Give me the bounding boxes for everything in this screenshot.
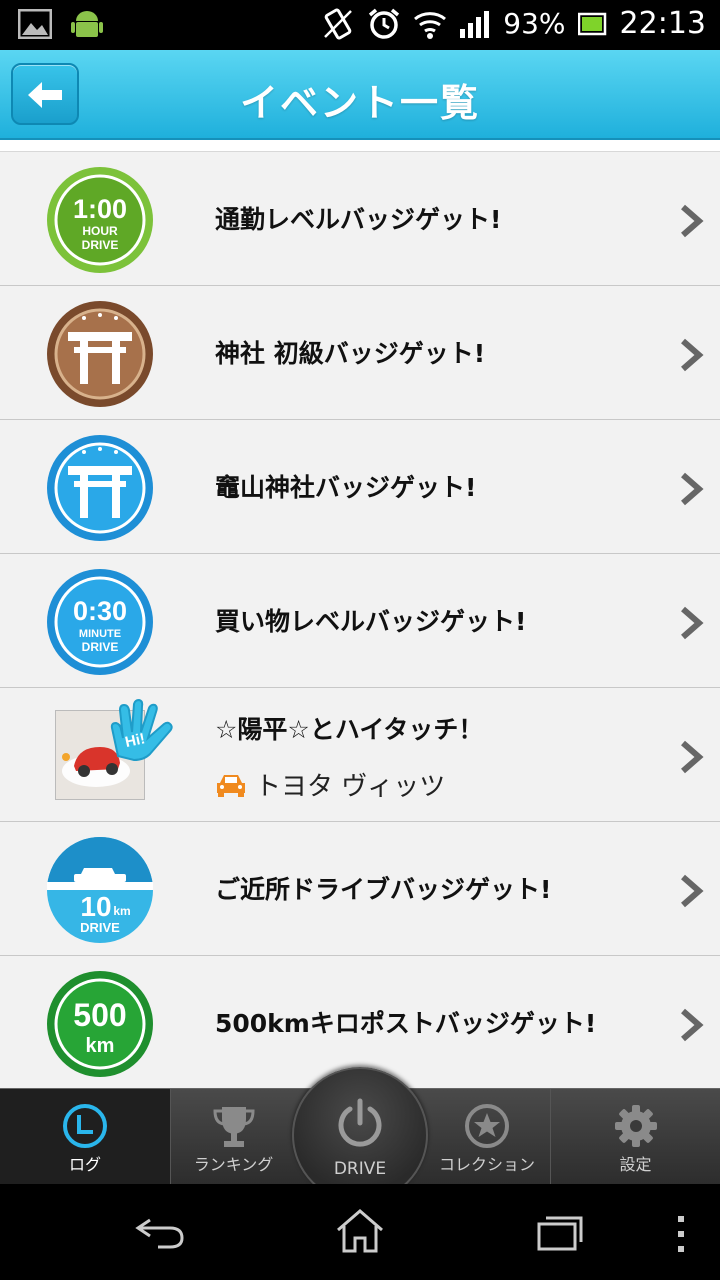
star-icon	[465, 1104, 509, 1148]
event-label: 竈山神社バッジゲット!	[215, 473, 477, 502]
bronze-torii-badge-icon	[47, 301, 153, 407]
svg-text:1:00: 1:00	[73, 194, 127, 224]
page-title: イベント一覧	[239, 81, 480, 125]
wifi-icon	[414, 11, 447, 39]
menu-nav-icon[interactable]	[674, 1214, 688, 1254]
tab-collection[interactable]: コレクション	[424, 1089, 550, 1185]
battery-percent: 93%	[503, 7, 566, 40]
svg-text:km: km	[113, 904, 130, 918]
chevron-right-icon	[681, 606, 704, 640]
event-label: 神社 初級バッジゲット!	[215, 339, 486, 368]
tab-log[interactable]: ログ	[0, 1089, 170, 1185]
drive-label: DRIVE	[333, 1159, 387, 1179]
home-nav-icon[interactable]	[334, 1208, 386, 1254]
event-label: 買い物レベルバッジゲット!	[215, 607, 527, 636]
event-label: ご近所ドライブバッジゲット!	[215, 875, 552, 904]
event-label: 500kmキロポストバッジゲット!	[215, 1009, 597, 1038]
car-icon	[217, 774, 245, 797]
chevron-right-icon	[681, 874, 704, 908]
tab-settings[interactable]: 設定	[551, 1089, 720, 1185]
gallery-icon	[18, 9, 52, 39]
hi-hand-icon: Hi!	[110, 698, 173, 762]
event-row[interactable]: 10 km DRIVE ご近所ドライブバッジゲット!	[0, 822, 720, 956]
back-nav-icon[interactable]	[134, 1214, 186, 1250]
10km-drive-badge-icon: 10 km DRIVE	[47, 837, 153, 943]
svg-text:DRIVE: DRIVE	[82, 238, 119, 252]
clock-icon	[63, 1104, 107, 1148]
svg-text:MINUTE: MINUTE	[79, 628, 121, 640]
event-row[interactable]: 神社 初級バッジゲット!	[0, 286, 720, 420]
hour-drive-badge-icon: 1:00 HOUR DRIVE	[47, 167, 153, 273]
svg-text:DRIVE: DRIVE	[82, 640, 119, 654]
svg-text:0:30: 0:30	[73, 596, 127, 626]
event-row[interactable]: 竈山神社バッジゲット!	[0, 420, 720, 554]
svg-text:500: 500	[73, 997, 126, 1033]
car-name: トヨタ ヴィッツ	[255, 772, 446, 802]
trophy-icon	[212, 1107, 255, 1147]
chevron-right-icon	[681, 204, 704, 238]
event-row[interactable]: 0:30 MINUTE DRIVE 買い物レベルバッジゲット!	[0, 554, 720, 688]
bottom-tab-bar: ログ ランキング コレクション 設定 DRIVE	[0, 1067, 720, 1203]
event-row[interactable]: 1:00 HOUR DRIVE 通勤レベルバッジゲット!	[0, 152, 720, 286]
drive-button[interactable]: DRIVE	[292, 1067, 428, 1203]
power-icon	[338, 1098, 382, 1147]
signal-icon	[460, 10, 490, 38]
blue-torii-badge-icon	[47, 435, 153, 541]
svg-text:DRIVE: DRIVE	[80, 920, 120, 935]
chevron-right-icon	[681, 1008, 704, 1042]
minute-drive-badge-icon: 0:30 MINUTE DRIVE	[47, 569, 153, 675]
svg-text:km: km	[86, 1035, 115, 1057]
android-icon	[71, 11, 103, 37]
battery-icon	[577, 12, 606, 35]
system-nav-bar	[0, 1184, 720, 1280]
status-bar: 93% 22:13	[0, 0, 720, 50]
event-row[interactable]: Hi! ☆陽平☆とハイタッチ！ トヨタ ヴィッツ	[0, 688, 720, 822]
vibrate-icon	[324, 7, 353, 40]
svg-text:10: 10	[80, 891, 111, 922]
chevron-right-icon	[681, 338, 704, 372]
car-info: トヨタ ヴィッツ	[215, 766, 445, 803]
tab-ranking[interactable]: ランキング	[171, 1089, 296, 1185]
500km-badge-icon: 500 km	[47, 971, 153, 1077]
chevron-right-icon	[681, 740, 704, 774]
alarm-icon	[369, 8, 400, 39]
chevron-right-icon	[681, 472, 704, 506]
recents-nav-icon[interactable]	[536, 1212, 584, 1252]
event-label: 通勤レベルバッジゲット!	[215, 205, 502, 234]
list-top-edge	[0, 140, 720, 152]
event-list: 1:00 HOUR DRIVE 通勤レベルバッジゲット! 神社 初級バッジゲット…	[0, 140, 720, 1088]
svg-text:HOUR: HOUR	[82, 224, 118, 238]
event-label: ☆陽平☆とハイタッチ！	[215, 715, 484, 744]
app-header: イベント一覧	[0, 50, 720, 140]
clock-time: 22:13	[619, 6, 706, 41]
gear-icon	[614, 1105, 657, 1147]
